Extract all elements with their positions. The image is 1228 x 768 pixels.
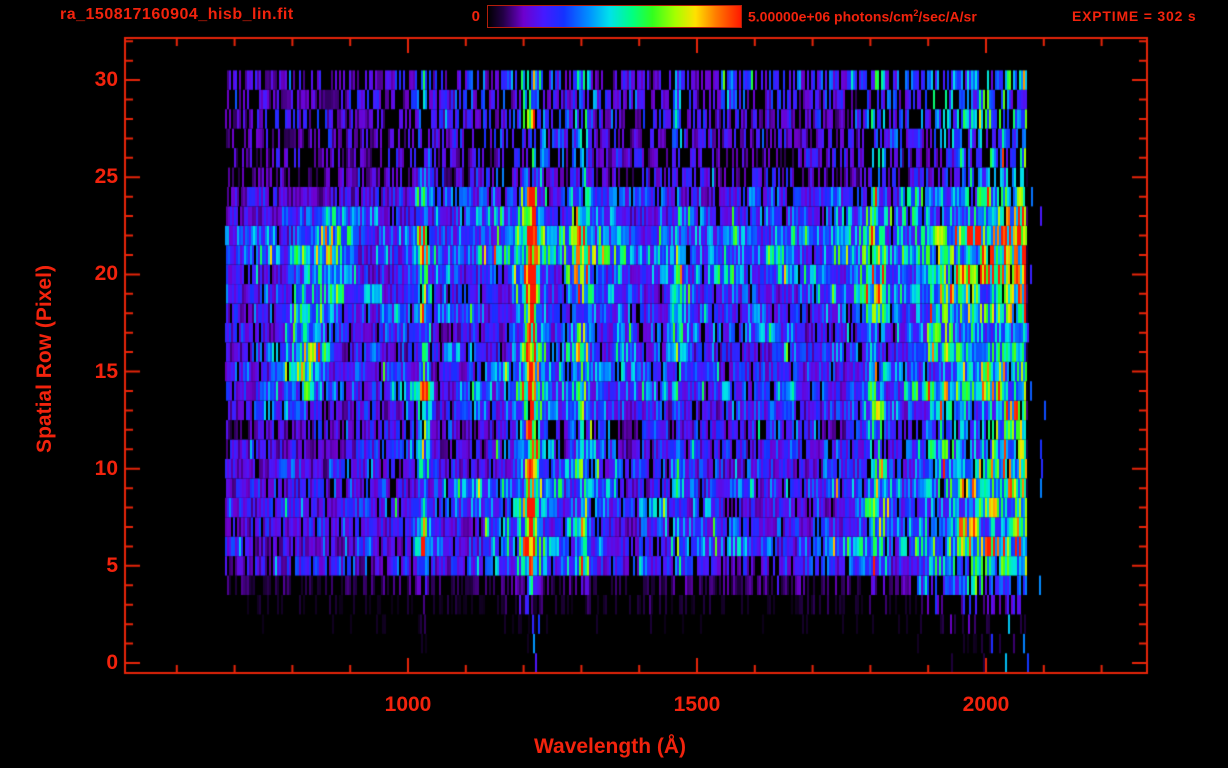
colorbar [487,5,742,28]
y-tick-label: 25 [94,165,118,189]
x-tick-label: 1500 [673,693,721,716]
x-tick-label: 2000 [962,693,1010,716]
file-title: ra_150817160904_hisb_lin.fit [60,6,294,23]
y-tick-label: 10 [94,456,118,480]
colorbar-units-prefix: photons/cm [834,8,914,25]
spectrogram-canvas [0,0,1228,768]
x-tick-label: 1000 [384,693,432,716]
colorbar-max-value: 5.00000e+06 [748,8,831,25]
y-tick-label: 0 [106,651,118,674]
spectral-viewer: ra_150817160904_hisb_lin.fit 0 5.00000e+… [0,0,1228,768]
colorbar-max-label: 5.00000e+06 photons/cm2/sec/A/sr [748,8,977,25]
y-tick-label: 30 [94,68,118,92]
y-tick-label: 15 [94,359,118,383]
exptime-label: EXPTIME = 302 s [1072,8,1197,24]
colorbar-units-suffix: /sec/A/sr [918,8,977,25]
x-axis-title: Wavelength (Å) [533,735,687,758]
colorbar-gradient [488,6,741,27]
y-tick-label: 20 [94,262,118,286]
colorbar-min-label: 0 [471,8,480,25]
y-tick-label: 5 [106,553,118,577]
